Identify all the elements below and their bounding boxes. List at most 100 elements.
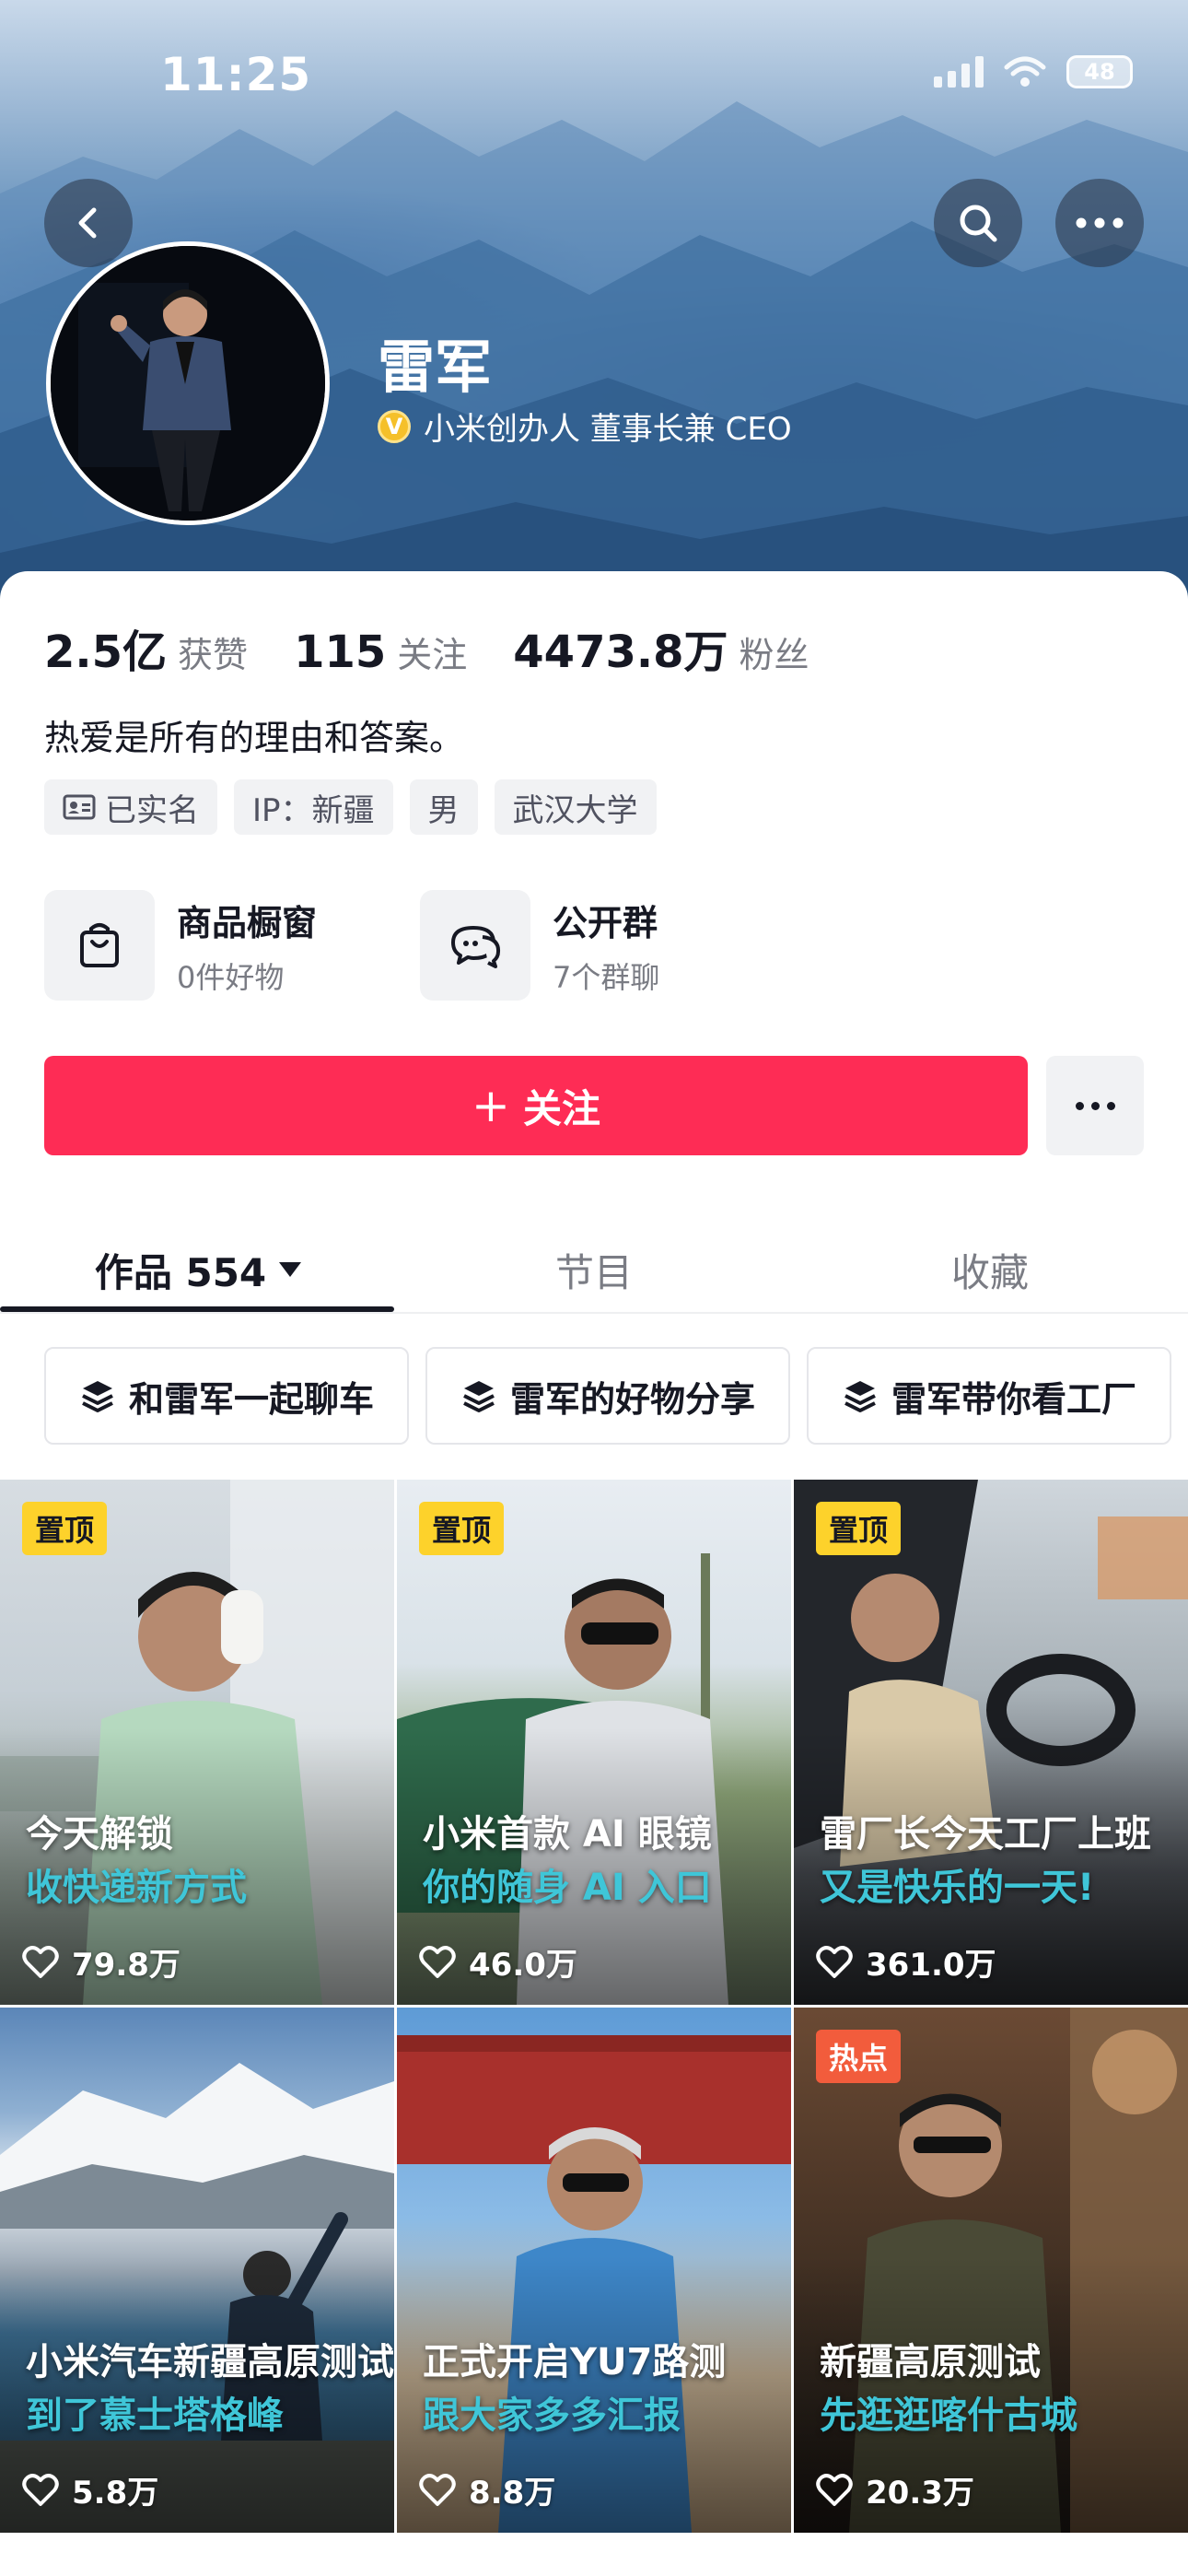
id-card-icon	[63, 794, 96, 820]
heart-icon	[419, 1945, 456, 1978]
likes-count: 79.8万	[72, 1947, 181, 1984]
home-indicator[interactable]	[394, 2545, 794, 2556]
service-subtitle: 7个群聊	[553, 959, 660, 995]
profile-stats: 2.5亿 获赞 115 关注 4473.8万 粉丝	[44, 615, 856, 680]
status-time: 11:25	[160, 48, 312, 101]
pinned-badge: 置顶	[816, 1502, 902, 1555]
video-title: 小米汽车新疆高原测试	[26, 2341, 394, 2383]
likes-count: 8.8万	[469, 2475, 556, 2512]
verification-row: V 小米创办人 董事长兼 CEO	[378, 404, 792, 449]
profile-banner: 11:25 48 雷军 V 小米创办人 董事长兼 CEO	[0, 0, 1188, 626]
heart-icon	[419, 2473, 456, 2506]
following-label[interactable]: 关注	[397, 626, 467, 677]
tag-label: 已实名	[105, 791, 199, 829]
video-likes: 5.8万	[22, 2467, 158, 2512]
tag-verified-identity: 已实名	[44, 779, 217, 835]
more-actions-button[interactable]	[1046, 1056, 1144, 1155]
cellular-signal-icon	[934, 56, 984, 88]
tag-school[interactable]: 武汉大学	[494, 779, 657, 835]
service-title: 公开群	[553, 902, 658, 943]
collection-chips: 和雷军一起聊车 雷军的好物分享 雷军带你看工厂	[44, 1347, 1172, 1445]
video-title: 新疆高原测试	[820, 2341, 1041, 2383]
service-title: 商品橱窗	[177, 902, 318, 943]
profile-name: 雷军	[378, 334, 493, 401]
ellipsis-icon	[1075, 1101, 1084, 1110]
tab-divider	[0, 1312, 1188, 1314]
likes-count: 5.8万	[72, 2475, 159, 2512]
avatar[interactable]	[46, 241, 330, 525]
tab-favorites[interactable]: 收藏	[792, 1225, 1188, 1314]
video-likes: 46.0万	[419, 1939, 577, 1985]
back-button[interactable]	[44, 179, 133, 267]
ellipsis-icon	[1076, 217, 1124, 228]
profile-tags: 已实名 IP：新疆 男 武汉大学	[44, 779, 657, 835]
video-likes: 79.8万	[22, 1939, 181, 1985]
collection-chip[interactable]: 和雷军一起聊车	[44, 1347, 410, 1445]
content-tabs: 作品 554 节目 收藏	[0, 1225, 1188, 1314]
video-subtitle: 你的随身 AI 入口	[423, 1867, 712, 1909]
video-title: 今天解锁	[26, 1813, 173, 1856]
video-tile[interactable]: 正式开启YU7路测 跟大家多多汇报 8.8万	[397, 2008, 791, 2533]
tag-label: 男	[427, 791, 460, 829]
video-subtitle: 到了慕士塔格峰	[26, 2395, 284, 2437]
public-group-entry[interactable]: 公开群 7个群聊	[420, 890, 748, 1001]
likes-count: 46.0万	[469, 1947, 577, 1984]
video-tile[interactable]: 置顶 雷厂长今天工厂上班 又是快乐的一天! 361.0万	[794, 1480, 1188, 2005]
tab-programs[interactable]: 节目	[396, 1225, 792, 1314]
status-icons: 48	[934, 55, 1133, 88]
profile-bio: 热爱是所有的理由和答案。	[44, 718, 465, 758]
wifi-icon	[1004, 56, 1046, 87]
likes-count: 2.5亿	[44, 626, 168, 678]
following-count[interactable]: 115	[294, 626, 386, 678]
battery-icon: 48	[1066, 55, 1133, 88]
heart-icon	[22, 2473, 59, 2506]
trending-badge: 热点	[816, 2030, 902, 2083]
followers-count[interactable]: 4473.8万	[513, 615, 728, 680]
verified-badge-icon: V	[378, 409, 411, 443]
heart-icon	[816, 1945, 853, 1978]
collection-chip[interactable]: 雷军的好物分享	[425, 1347, 791, 1445]
tab-label: 节目	[554, 1249, 633, 1295]
video-tile[interactable]: 热点 新疆高原测试 先逛逛喀什古城 20.3万	[794, 2008, 1188, 2533]
video-tile[interactable]: 小米汽车新疆高原测试 到了慕士塔格峰 5.8万	[0, 2008, 394, 2533]
heart-icon	[816, 2473, 853, 2506]
search-button[interactable]	[934, 179, 1022, 267]
layers-icon	[844, 1381, 876, 1412]
video-tile[interactable]: 置顶 小米首款 AI 眼镜 你的随身 AI 入口 46.0万	[397, 1480, 791, 2005]
tag-label: IP：新疆	[252, 791, 375, 829]
layers-icon	[82, 1381, 113, 1412]
tab-works[interactable]: 作品 554	[0, 1225, 396, 1314]
video-likes: 20.3万	[816, 2467, 974, 2512]
video-title: 雷厂长今天工厂上班	[820, 1813, 1151, 1856]
heart-icon	[22, 1945, 59, 1978]
video-subtitle: 跟大家多多汇报	[423, 2395, 681, 2437]
followers-label[interactable]: 粉丝	[740, 626, 809, 677]
pinned-badge: 置顶	[419, 1502, 505, 1555]
collection-label: 雷军带你看工厂	[891, 1378, 1137, 1420]
likes-label: 获赞	[178, 635, 249, 675]
collection-label: 和雷军一起聊车	[129, 1378, 375, 1420]
video-subtitle: 收快递新方式	[26, 1867, 247, 1909]
video-title: 小米首款 AI 眼镜	[423, 1813, 712, 1856]
product-showcase-entry[interactable]: 商品橱窗 0件好物	[44, 890, 372, 1001]
likes-count: 20.3万	[866, 2475, 974, 2512]
video-tile[interactable]: 置顶 今天解锁 收快递新方式 79.8万	[0, 1480, 394, 2005]
layers-icon	[463, 1381, 495, 1412]
video-subtitle: 又是快乐的一天!	[820, 1867, 1095, 1909]
video-likes: 8.8万	[419, 2467, 555, 2512]
more-options-button[interactable]	[1055, 179, 1144, 267]
follow-label: 关注	[522, 1085, 600, 1131]
shopping-bag-icon	[80, 923, 119, 967]
video-subtitle: 先逛逛喀什古城	[820, 2395, 1077, 2437]
verification-text: 小米创办人 董事长兼 CEO	[424, 411, 792, 448]
tag-ip-location: IP：新疆	[234, 779, 393, 835]
tag-label: 武汉大学	[512, 791, 638, 829]
video-likes: 361.0万	[816, 1939, 996, 1985]
likes-count: 361.0万	[866, 1947, 996, 1984]
collection-chip[interactable]: 雷军带你看工厂	[807, 1347, 1172, 1445]
tag-gender: 男	[409, 779, 478, 835]
pinned-badge: 置顶	[22, 1502, 108, 1555]
profile-services: 商品橱窗 0件好物 公开群 7个群聊	[44, 890, 748, 1001]
follow-button[interactable]: + 关注	[44, 1056, 1028, 1155]
search-icon	[960, 205, 997, 242]
